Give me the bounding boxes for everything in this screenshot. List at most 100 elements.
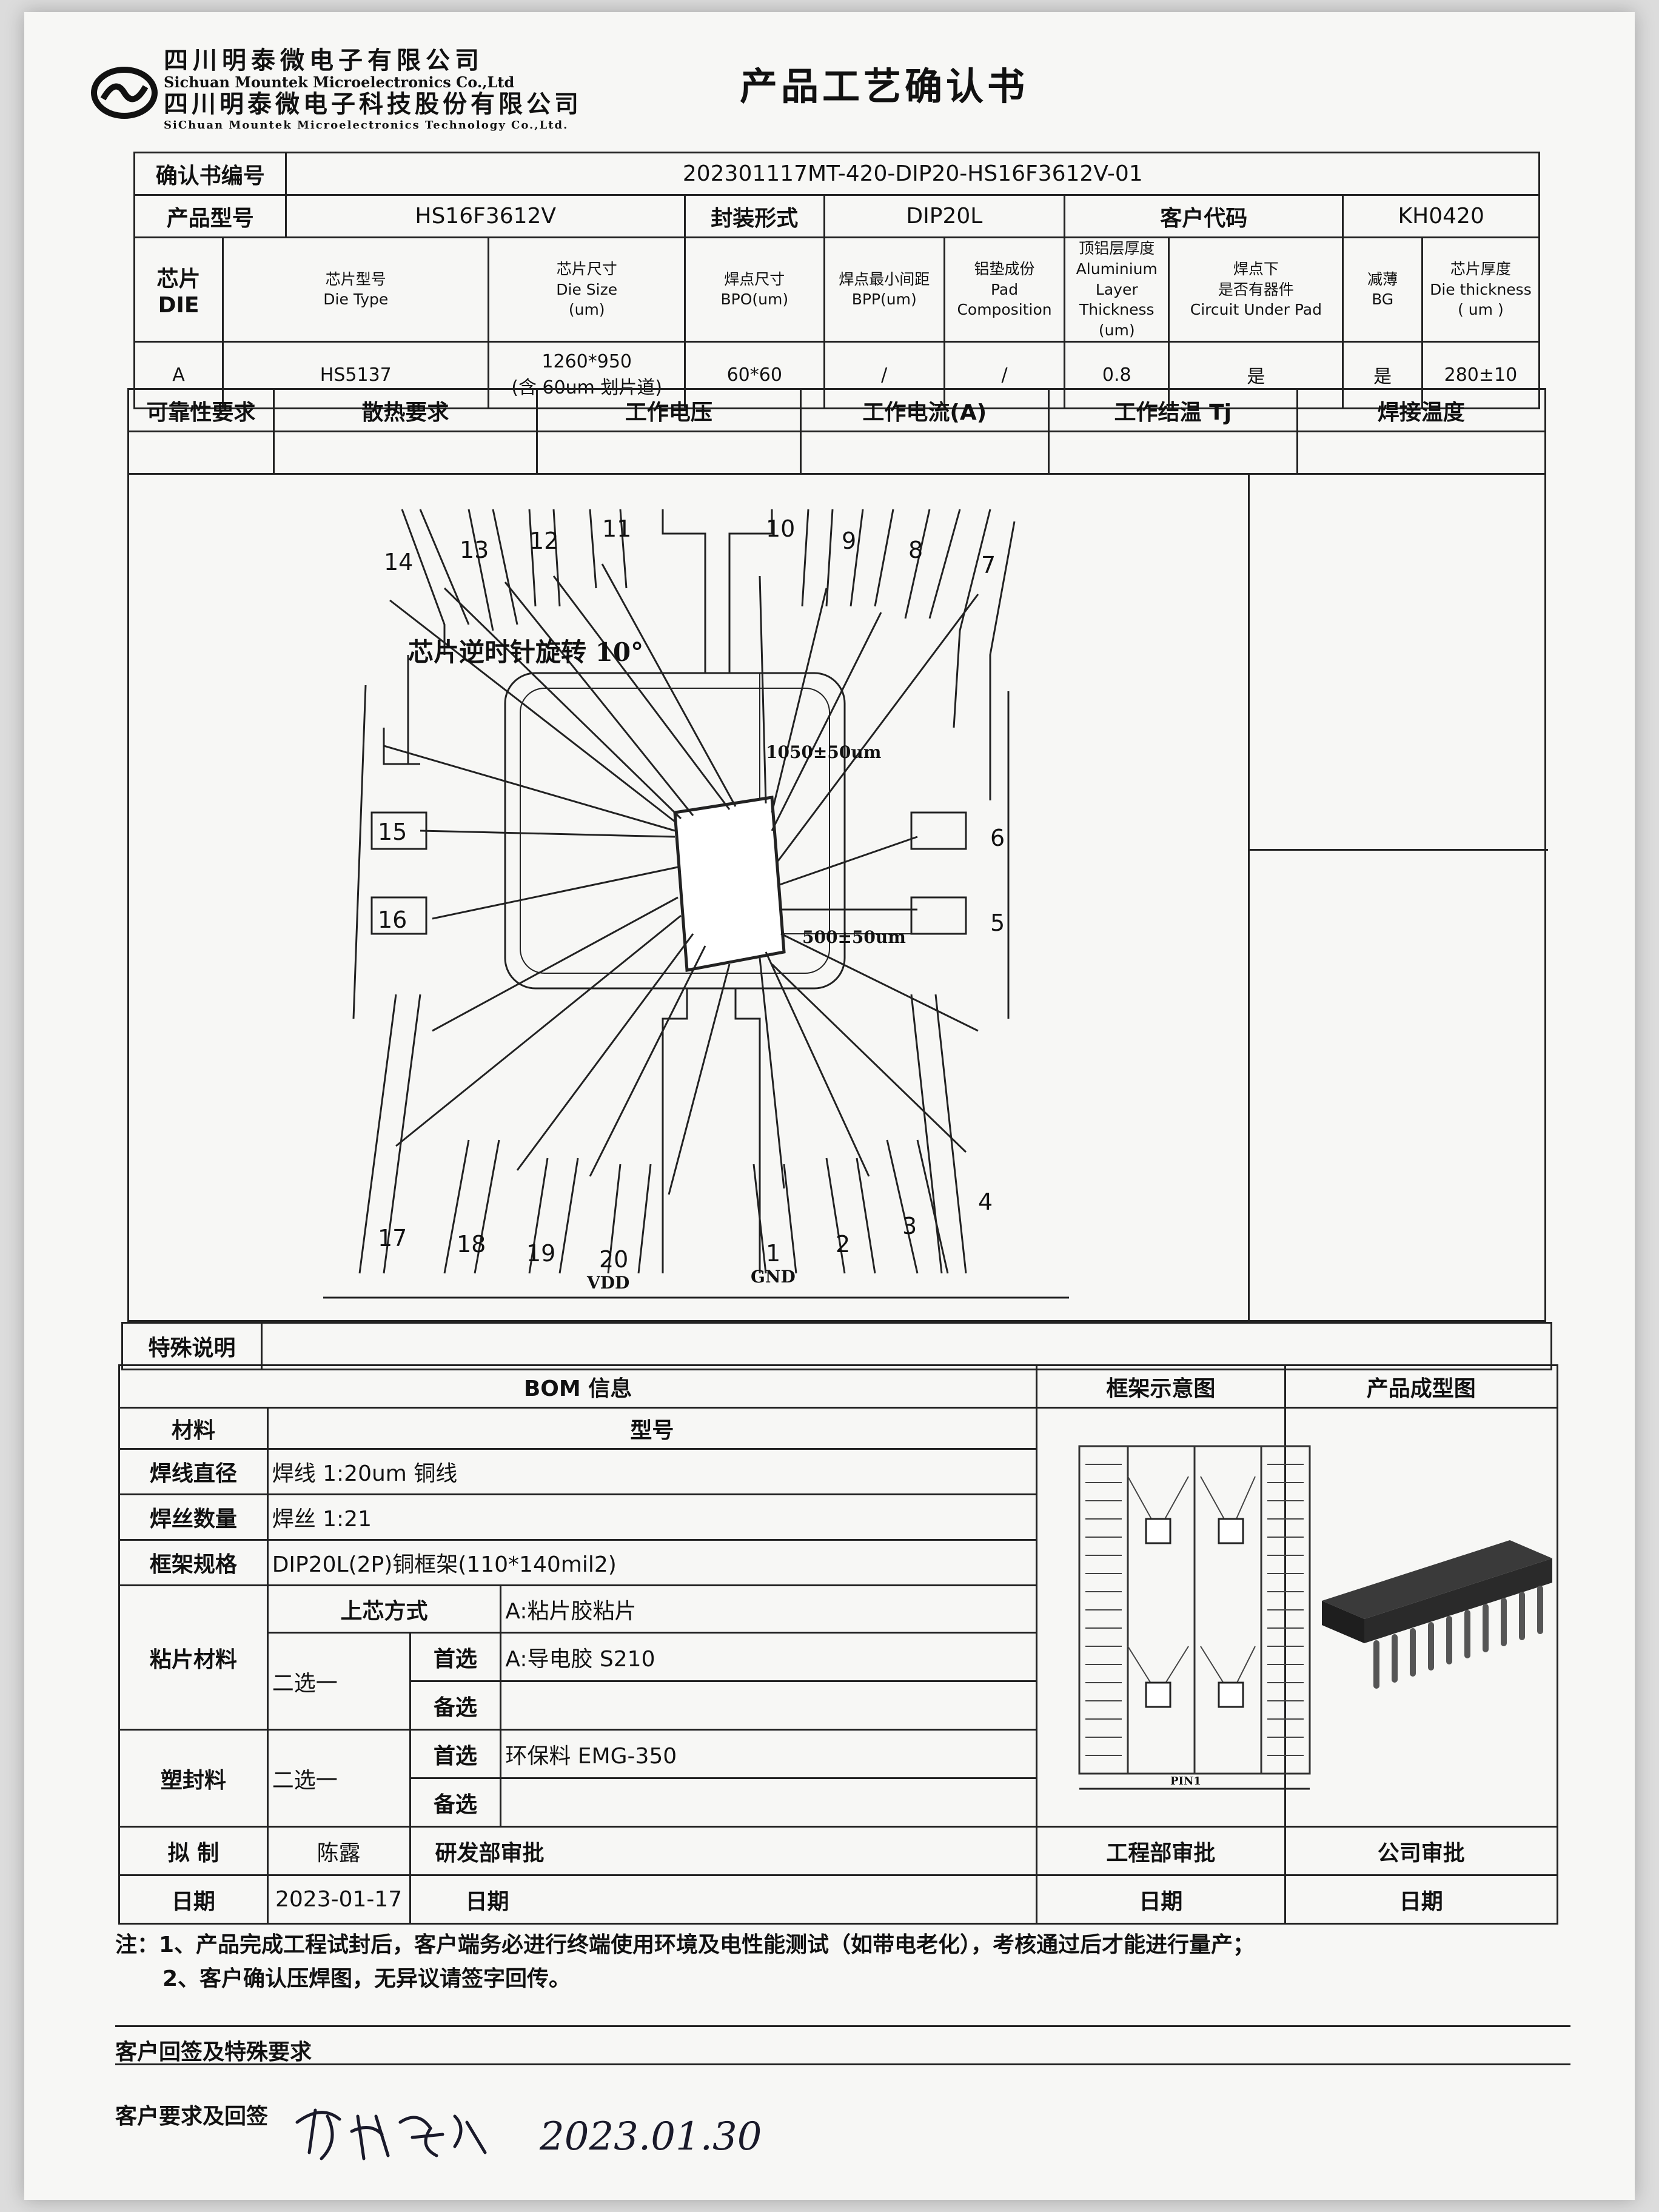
voltage-label: 工作电压	[536, 388, 802, 432]
pin-11-label: 11	[602, 515, 631, 542]
customer-code-value: KH0420	[1342, 194, 1540, 238]
pin-4-label: 4	[978, 1188, 993, 1215]
customer-code-label: 客户代码	[1064, 194, 1344, 238]
die-label: 芯片DIE	[133, 236, 224, 343]
rotation-note: 芯片逆时针旋转 10°	[408, 637, 643, 667]
dim-horizontal-label: 500±50um	[802, 927, 906, 947]
pin-18-label: 18	[457, 1231, 486, 1258]
model-value: HS16F3612V	[285, 194, 686, 238]
attach-choose-one: 二选一	[266, 1632, 411, 1731]
junction-temp-label: 工作结温 Tj	[1048, 388, 1298, 432]
package-label: 封装形式	[683, 194, 825, 238]
bg-header: 减薄 BG	[1342, 236, 1423, 343]
bonding-diagram-area: 14 13 12 11 10 9 8 7 15 16 6 5 17 18 19 …	[127, 473, 1548, 1322]
model-col-header: 型号	[266, 1407, 1038, 1450]
wire-count-value: 焊丝 1:21	[266, 1493, 1038, 1541]
confirm-no-value: 202301117MT-420-DIP20-HS16F3612V-01	[285, 152, 1540, 196]
pin-2-label: 2	[836, 1231, 850, 1258]
drafted-label: 拟 制	[118, 1826, 269, 1876]
company-name-cn-1: 四川明泰微电子有限公司	[164, 47, 484, 75]
requirements-table: 可靠性要求 散热要求 工作电压 工作电流(A) 工作结温 Tj 焊接温度	[127, 388, 1546, 475]
company-logo: 四川明泰微电子有限公司 Sichuan Mountek Microelectro…	[91, 42, 667, 139]
special-notes-table: 特殊说明	[121, 1322, 1552, 1370]
bonding-diagram: 14 13 12 11 10 9 8 7 15 16 6 5 17 18 19 …	[323, 509, 1069, 1299]
note-line-1: 注：1、产品完成工程试封后，客户端务必进行终端使用环境及电性能测试（如带电老化）…	[115, 1932, 1255, 1957]
al-thickness-header: 顶铝层厚度 Aluminium Layer Thickness (um)	[1064, 236, 1170, 343]
mold-preferred-value: 环保料 EMG-350	[500, 1729, 1038, 1779]
mold-choose-one: 二选一	[266, 1729, 411, 1828]
pin-19-label: 19	[526, 1240, 555, 1267]
pin-12-label: 12	[529, 528, 558, 554]
rd-approval-label: 研发部审批	[409, 1826, 1038, 1876]
gnd-label: GND	[751, 1267, 796, 1287]
circuit-under-pad-header: 焊点下 是否有器件 Circuit Under Pad	[1168, 236, 1344, 343]
package-value: DIP20L	[823, 194, 1066, 238]
reliability-label: 可靠性要求	[127, 388, 275, 432]
model-label: 产品型号	[133, 194, 287, 238]
lead-frame-diagram: PIN1	[1078, 1445, 1311, 1790]
confirm-no-label: 确认书编号	[133, 152, 287, 196]
heat-dissipation-label: 散热要求	[272, 388, 538, 432]
wire-count-label: 焊丝数量	[118, 1493, 269, 1541]
pin1-label: PIN1	[1170, 1775, 1201, 1788]
pin-1-label: 1	[766, 1240, 780, 1267]
lead-pin5	[910, 896, 967, 935]
current-value	[799, 431, 1050, 475]
die-attach-label: 粘片材料	[118, 1584, 269, 1731]
heat-dissipation-value	[272, 431, 538, 475]
company-approval-label: 公司审批	[1284, 1826, 1559, 1876]
company-logo-icon	[91, 67, 158, 119]
bom-title: BOM 信息	[118, 1364, 1038, 1409]
pin-15-label: 15	[378, 819, 407, 845]
customer-requirements-label: 客户要求及回签	[115, 2104, 269, 2129]
bpp-header: 焊点最小间距 BPP(um)	[823, 236, 945, 343]
attach-preferred-value: A:导电胶 S210	[500, 1632, 1038, 1682]
pin-6-label: 6	[990, 825, 1005, 851]
vdd-label: VDD	[586, 1273, 629, 1293]
date-label-1: 日期	[118, 1874, 269, 1925]
company-name-en-2: SiChuan Mountek Microelectronics Technol…	[164, 119, 569, 132]
special-value	[261, 1322, 1552, 1370]
mold-alternate-value	[500, 1777, 1038, 1828]
frame-spec-value: DIP20L(2P)铜框架(110*140mil2)	[266, 1539, 1038, 1586]
attach-preferred-label: 首选	[409, 1632, 502, 1682]
dim-vertical-label: 1050±50um	[766, 742, 881, 762]
signature-date: 2023.01.30	[539, 2114, 762, 2159]
die-type-header: 芯片型号 Die Type	[222, 236, 490, 343]
pin-10-label: 10	[766, 515, 795, 542]
drafted-by-value: 陈露	[266, 1826, 411, 1876]
notes-block: 注：1、产品完成工程试封后，客户端务必进行终端使用环境及电性能测试（如带电老化）…	[115, 1928, 1570, 1996]
current-label: 工作电流(A)	[799, 388, 1050, 432]
attach-alternate-value	[500, 1680, 1038, 1731]
special-label: 特殊说明	[121, 1322, 263, 1370]
pin-20-label: 20	[599, 1246, 628, 1273]
die-thickness-header: 芯片厚度 Die thickness( um )	[1421, 236, 1541, 343]
die-chip	[673, 796, 786, 972]
reliability-value	[127, 431, 275, 475]
product-image-title: 产品成型图	[1284, 1364, 1559, 1409]
voltage-value	[536, 431, 802, 475]
pad-composition-header: 铝垫成份 Pad Composition	[943, 236, 1066, 343]
attach-method-value: A:粘片胶粘片	[500, 1584, 1038, 1634]
wire-diameter-label: 焊线直径	[118, 1448, 269, 1495]
eng-approval-label: 工程部审批	[1036, 1826, 1286, 1876]
date-value-1: 2023-01-17	[266, 1874, 411, 1925]
company-name-cn-2: 四川明泰微电子科技股份有限公司	[164, 90, 582, 118]
company-name-en-1: Sichuan Mountek Microelectronics Co.,Ltd	[164, 73, 515, 91]
pin-8-label: 8	[908, 537, 923, 563]
junction-temp-value	[1048, 431, 1298, 475]
date-label-3: 日期	[1036, 1874, 1286, 1925]
pin-7-label: 7	[981, 552, 996, 578]
mold-preferred-label: 首选	[409, 1729, 502, 1779]
pin-17-label: 17	[378, 1225, 407, 1252]
dip20-package-image	[1322, 1540, 1552, 1689]
document-title: 产品工艺确认书	[740, 64, 1029, 109]
material-col-header: 材料	[118, 1407, 269, 1450]
attach-method-label: 上芯方式	[266, 1584, 502, 1634]
pin-13-label: 13	[460, 537, 489, 563]
lead-pin6	[910, 811, 967, 850]
soldering-temp-label: 焊接温度	[1296, 388, 1546, 432]
mold-label: 塑封料	[118, 1729, 269, 1828]
product-info-table: 确认书编号 202301117MT-420-DIP20-HS16F3612V-0…	[133, 152, 1541, 409]
mold-alternate-label: 备选	[409, 1777, 502, 1828]
